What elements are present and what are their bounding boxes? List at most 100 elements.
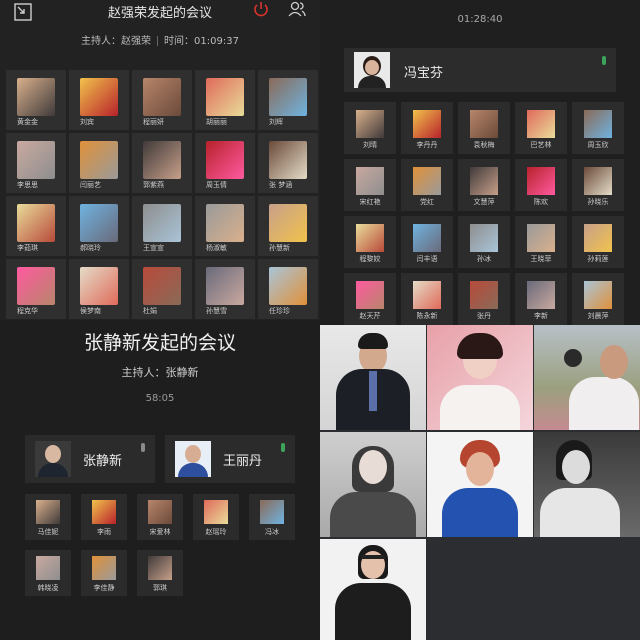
host-card[interactable]: 张静新 [25,435,155,483]
participant-name: 文慧萍 [473,198,495,206]
participant-tile[interactable]: 周玉倩 [195,133,255,193]
participant-grid: 黄金金 刘宾 程丽妍 胡丽丽 刘辉李思思 闫丽艺 郭紫燕 周玉倩 张 梦涵李茹琪 郝晓玲 王宣宣 杨淑… [6,70,318,319]
participant-tile[interactable]: 孙晓乐 [572,159,624,211]
host-avatar [35,441,71,477]
participant-tile[interactable]: 党红 [401,159,453,211]
participant-name: 党红 [420,198,434,206]
participant-tile[interactable]: 周玉欣 [572,102,624,154]
participant-avatar [527,167,555,195]
participant-name: 李佳静 [93,584,115,592]
video-tile[interactable] [427,432,533,537]
host-avatar [175,441,211,477]
participant-name: 李新 [534,312,548,320]
participant-avatar [143,204,181,242]
participant-tile[interactable]: 程黎姣 [344,216,396,268]
participant-tile[interactable]: 李茹琪 [6,196,66,256]
participant-tile[interactable]: 文慧萍 [458,159,510,211]
participant-tile[interactable]: 李佳静 [81,550,127,596]
participant-tile[interactable]: 杜娟 [132,259,192,319]
video-tile[interactable] [534,432,640,537]
participant-name: 宋红艳 [359,198,381,206]
participant-avatar [17,204,55,242]
participant-grid: 马佳妮 李雨 宋爱林 赵瑶玲 冯冰韩晓凌 李佳静 郭琪 [25,494,295,596]
participant-tile[interactable]: 郝晓玲 [69,196,129,256]
participant-tile[interactable]: 宋爱林 [137,494,183,540]
participant-tile[interactable]: 陈欢 [515,159,567,211]
participant-tile[interactable]: 马佳妮 [25,494,71,540]
participant-tile[interactable]: 李新 [515,273,567,325]
participant-name: 李茹琪 [17,244,38,252]
participant-tile[interactable]: 孙冰 [458,216,510,268]
participant-tile[interactable]: 侯梦南 [69,259,129,319]
participant-name: 李丹丹 [416,141,438,149]
participant-tile[interactable]: 袁秋梅 [458,102,510,154]
participant-tile[interactable]: 任珍珍 [258,259,318,319]
participant-tile[interactable]: 杨淑敏 [195,196,255,256]
participant-name: 任珍珍 [269,307,290,315]
participant-name: 冯冰 [265,528,279,536]
participant-avatar [36,556,60,580]
participant-tile[interactable]: 张丹 [458,273,510,325]
participant-name: 程黎姣 [359,255,381,263]
power-icon[interactable] [252,0,270,18]
participant-tile[interactable]: 孙莉莲 [572,216,624,268]
participant-tile[interactable]: 赵天芹 [344,273,396,325]
participant-name: 郭琪 [153,584,167,592]
participant-tile[interactable]: 闫丽艺 [69,133,129,193]
participant-tile[interactable]: 闫丰语 [401,216,453,268]
participant-name: 刘晨萍 [587,312,609,320]
participant-tile[interactable]: 孙慧雪 [195,259,255,319]
participant-tile[interactable]: 李丹丹 [401,102,453,154]
participant-tile[interactable]: 李思思 [6,133,66,193]
participant-tile[interactable]: 胡丽丽 [195,70,255,130]
participant-tile[interactable]: 韩晓凌 [25,550,71,596]
participant-avatar [148,500,172,524]
participant-tile[interactable]: 刘晴 [344,102,396,154]
participant-tile[interactable]: 张 梦涵 [258,133,318,193]
participant-tile[interactable]: 王晓菲 [515,216,567,268]
participant-avatar [17,78,55,116]
participant-tile[interactable]: 黄金金 [6,70,66,130]
participant-tile[interactable]: 赵瑶玲 [193,494,239,540]
participant-name: 陈欢 [534,198,548,206]
members-icon[interactable] [288,0,306,18]
meeting-title: 赵强荣发起的会议 [107,6,212,21]
participant-name: 孙莉莲 [587,255,609,263]
participant-tile[interactable]: 李雨 [81,494,127,540]
participant-name: 程丽妍 [143,118,164,126]
participant-tile[interactable]: 郭紫燕 [132,133,192,193]
host-card[interactable]: 冯宝芬 [344,48,616,92]
participant-name: 杨淑敏 [206,244,227,252]
participant-grid: 刘晴 李丹丹 袁秋梅 巴艺林 周玉欣宋红艳 党红 文慧萍 陈欢 孙晓乐程黎姣 闫丰语 孙冰 王晓菲 孙莉… [344,102,624,325]
participant-name: 袁秋梅 [473,141,495,149]
participant-tile[interactable]: 陈永新 [401,273,453,325]
participant-avatar [92,500,116,524]
participant-avatar [413,110,441,138]
participant-name: 侯梦南 [80,307,101,315]
participant-tile[interactable]: 冯冰 [249,494,295,540]
participant-avatar [92,556,116,580]
participant-tile[interactable]: 刘辉 [258,70,318,130]
participant-tile[interactable]: 程克华 [6,259,66,319]
host-name: 冯宝芬 [404,66,444,81]
participant-tile[interactable]: 孙慧新 [258,196,318,256]
host-avatar [354,52,390,88]
video-tile[interactable] [427,325,533,430]
participant-tile[interactable]: 王宣宣 [132,196,192,256]
video-tile[interactable] [320,432,426,537]
participant-tile[interactable]: 宋红艳 [344,159,396,211]
participant-tile[interactable]: 巴艺林 [515,102,567,154]
participant-avatar [356,110,384,138]
participant-tile[interactable]: 刘晨萍 [572,273,624,325]
video-tile[interactable] [320,325,426,430]
participant-name: 刘晴 [363,141,377,149]
participant-avatar [269,78,307,116]
participant-tile[interactable]: 刘宾 [69,70,129,130]
participant-tile[interactable]: 郭琪 [137,550,183,596]
participant-tile[interactable]: 程丽妍 [132,70,192,130]
participant-avatar [206,141,244,179]
host-card[interactable]: 王丽丹 [165,435,295,483]
video-tile[interactable] [534,325,640,430]
participant-avatar [470,167,498,195]
video-tile[interactable] [320,539,426,640]
